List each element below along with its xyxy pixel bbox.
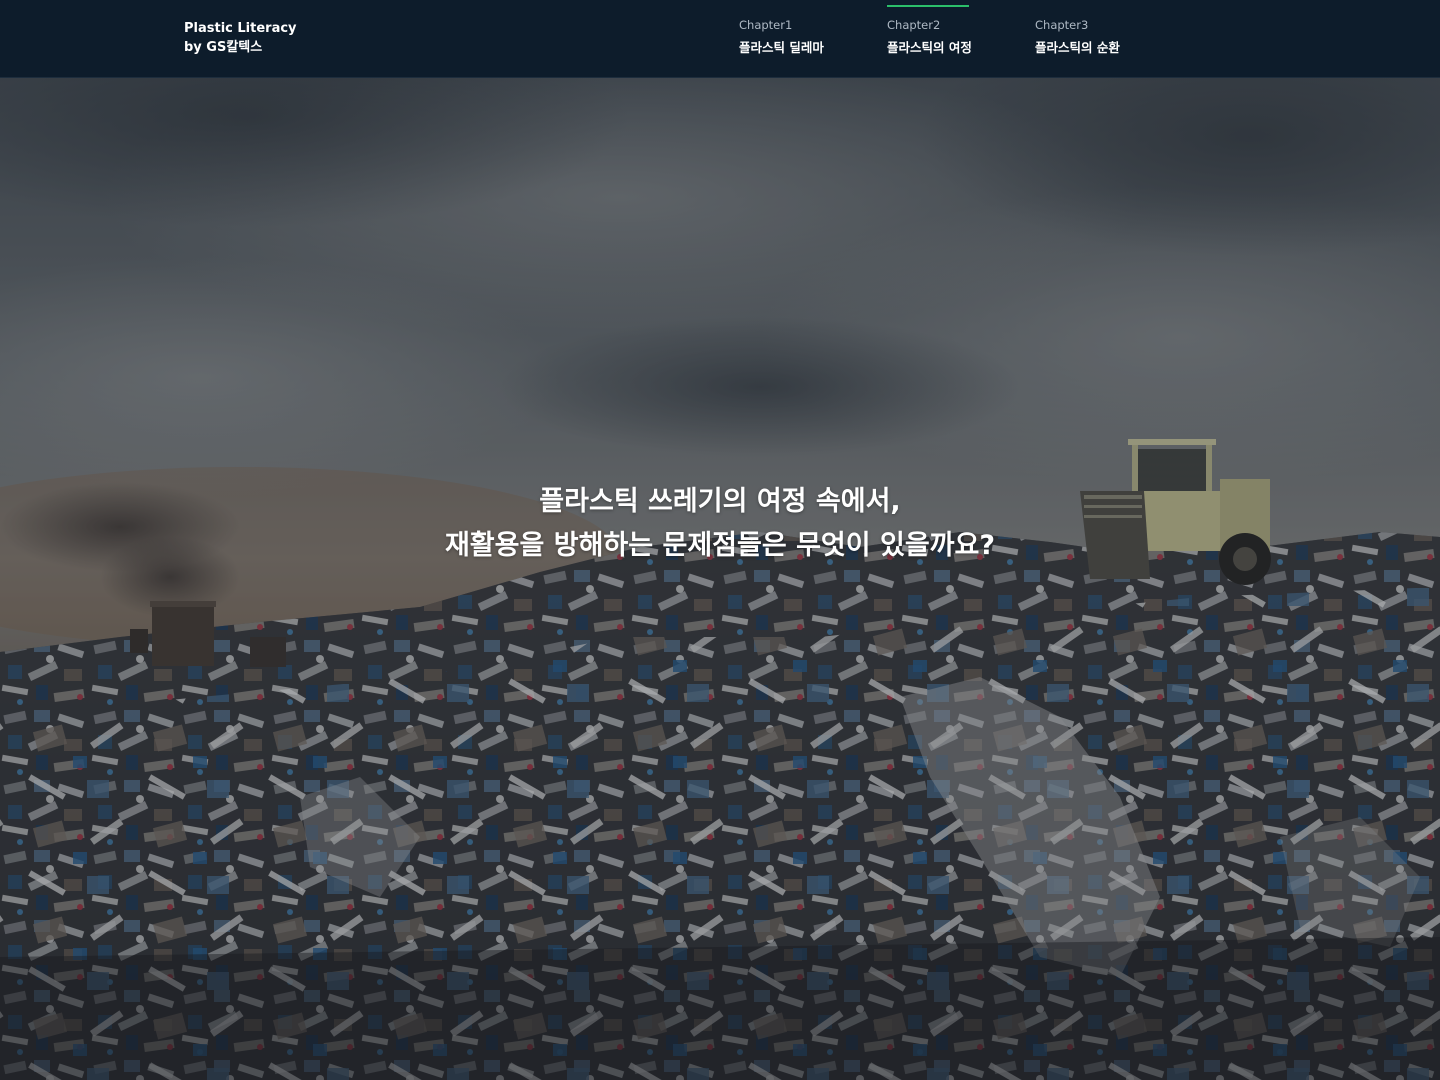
hero-headline: 플라스틱 쓰레기의 여정 속에서, 재활용을 방해하는 문제점들은 무엇이 있을… [0,480,1440,568]
headline-line-2: 재활용을 방해하는 문제점들은 무엇이 있을까요? [444,530,996,562]
top-navigation: Plastic Literacy by GS칼텍스 Chapter1 플라스틱 … [0,0,1440,78]
active-indicator [887,5,969,7]
nav-chapter-label: Chapter2 [887,18,941,32]
background-dim-overlay [0,77,1440,1080]
nav-item-chapter3[interactable]: Chapter3 플라스틱의 순환 [1035,0,1155,77]
nav-item-chapter2[interactable]: Chapter2 플라스틱의 여정 [887,0,1007,77]
brand-subtitle: by GS칼텍스 [184,40,263,55]
nav-chapter-label: Chapter3 [1035,18,1089,32]
nav-chapter-title: 플라스틱 딜레마 [739,40,824,55]
nav-chapter-title: 플라스틱의 여정 [887,40,972,55]
page: Plastic Literacy by GS칼텍스 Chapter1 플라스틱 … [0,0,1440,1080]
headline-line-1: 플라스틱 쓰레기의 여정 속에서, [539,486,901,518]
brand-title: Plastic Literacy [184,21,297,36]
nav-chapter-title: 플라스틱의 순환 [1035,40,1120,55]
hero-section: 플라스틱 쓰레기의 여정 속에서, 재활용을 방해하는 문제점들은 무엇이 있을… [0,77,1440,1080]
nav-item-chapter1[interactable]: Chapter1 플라스틱 딜레마 [739,0,859,77]
nav-chapter-label: Chapter1 [739,18,793,32]
brand-logo-link[interactable]: Plastic Literacy by GS칼텍스 [184,19,297,57]
